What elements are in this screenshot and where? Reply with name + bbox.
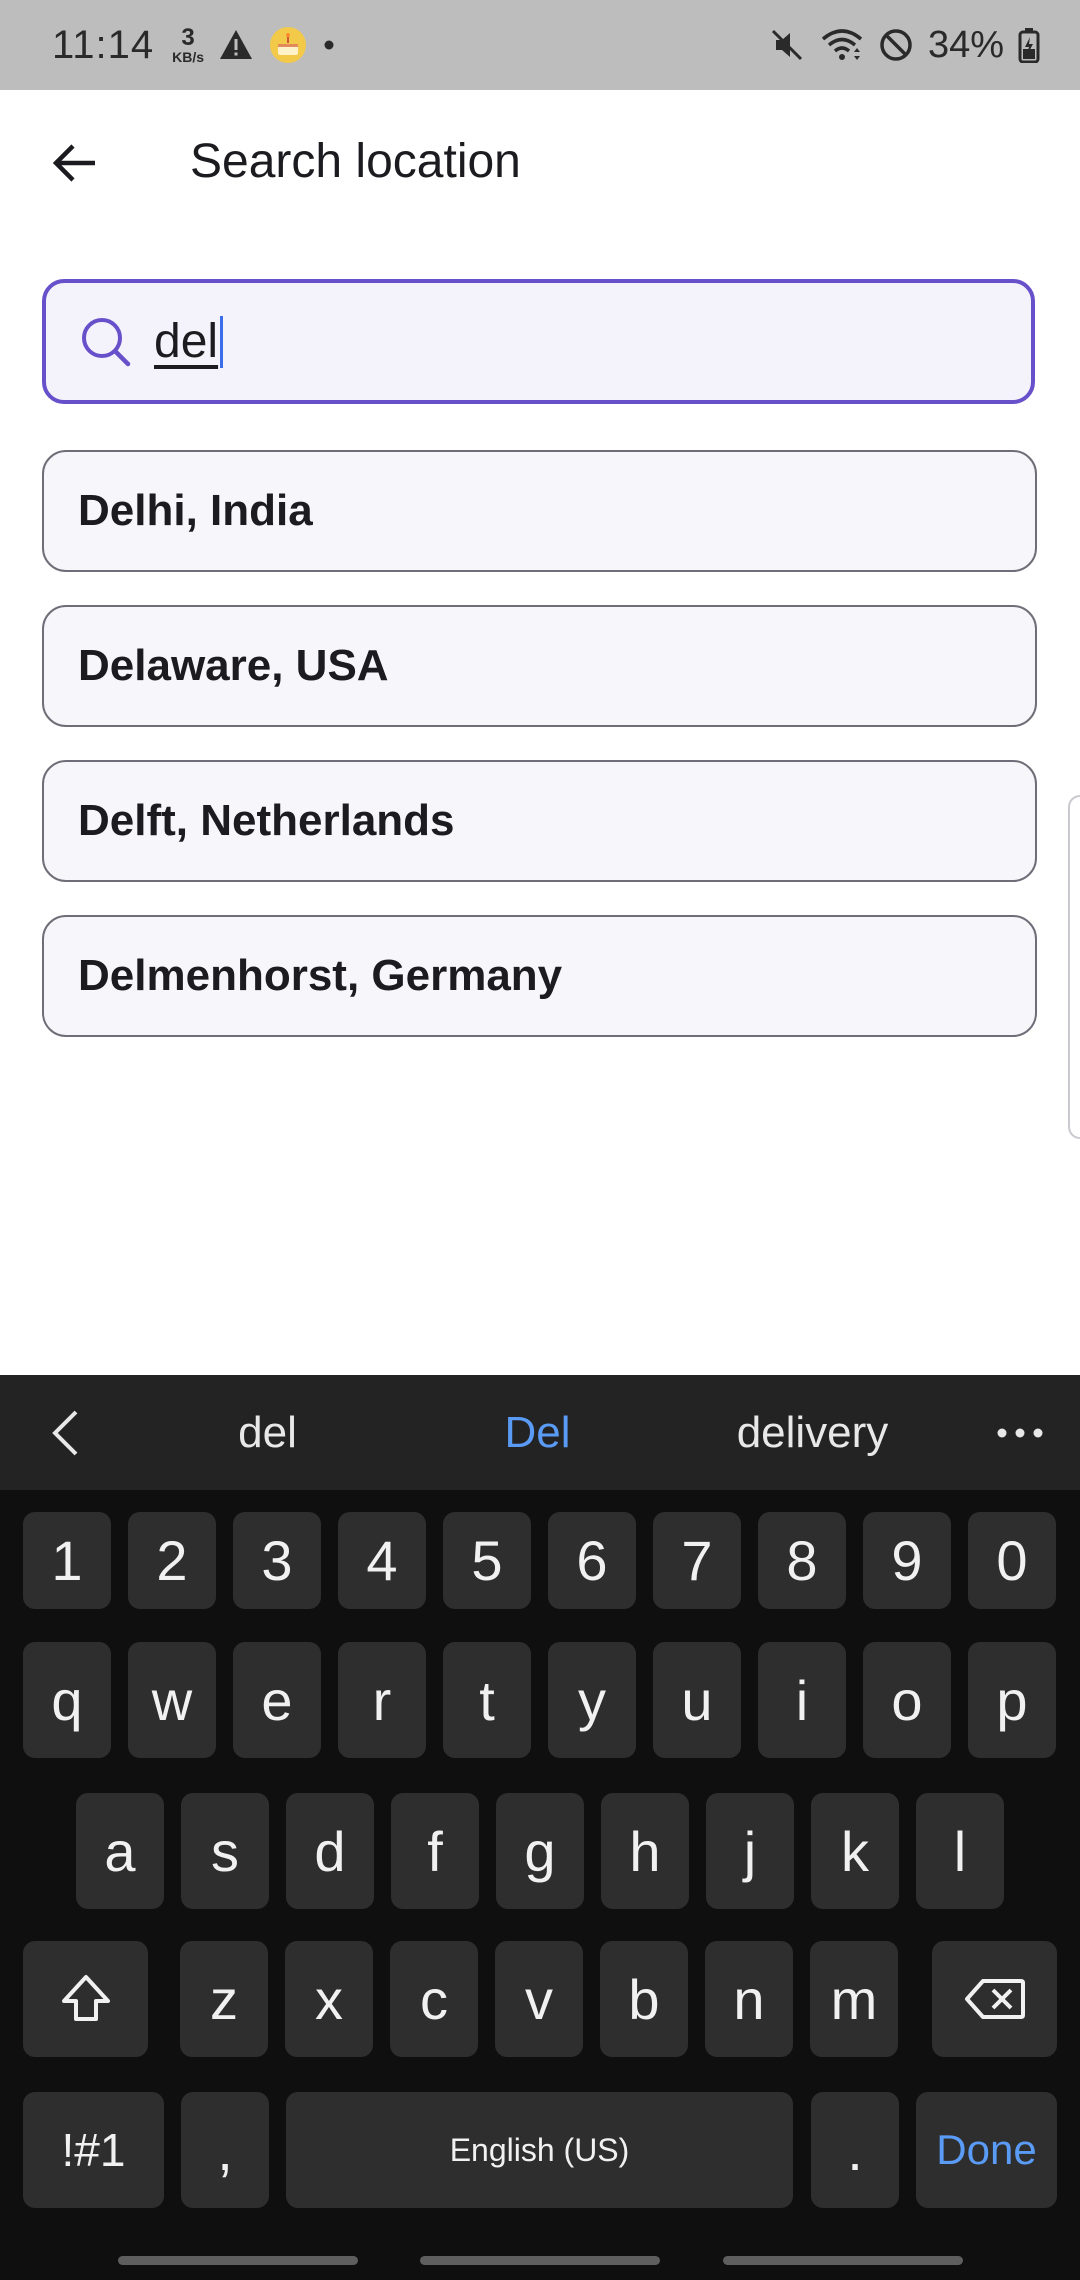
- nav-bar-pill: [118, 2256, 358, 2265]
- period-key[interactable]: .: [811, 2092, 899, 2208]
- key-2[interactable]: 2: [128, 1512, 216, 1609]
- key-v[interactable]: v: [495, 1941, 583, 2057]
- key-a[interactable]: a: [76, 1793, 164, 1909]
- key-d[interactable]: d: [286, 1793, 374, 1909]
- list-item[interactable]: Delft, Netherlands: [42, 760, 1037, 882]
- more-options-icon[interactable]: [990, 1405, 1050, 1460]
- battery-icon: [1018, 27, 1040, 63]
- list-item[interactable]: Delaware, USA: [42, 605, 1037, 727]
- key-n[interactable]: n: [705, 1941, 793, 2057]
- key-c[interactable]: c: [390, 1941, 478, 2057]
- key-9[interactable]: 9: [863, 1512, 951, 1609]
- text-cursor: [220, 315, 224, 368]
- network-speed-unit: KB/s: [172, 49, 205, 65]
- key-e[interactable]: e: [233, 1642, 321, 1758]
- scroll-handle[interactable]: [1068, 795, 1080, 1139]
- key-k[interactable]: k: [811, 1793, 899, 1909]
- key-y[interactable]: y: [548, 1642, 636, 1758]
- key-7[interactable]: 7: [653, 1512, 741, 1609]
- key-z[interactable]: z: [180, 1941, 268, 2057]
- network-speed-value: 3: [181, 24, 195, 51]
- done-key[interactable]: Done: [916, 2092, 1057, 2208]
- backspace-icon: [964, 1979, 1025, 2019]
- key-4[interactable]: 4: [338, 1512, 426, 1609]
- key-j[interactable]: j: [706, 1793, 794, 1909]
- status-time: 11:14: [52, 22, 155, 67]
- do-not-disturb-icon: [878, 27, 914, 63]
- keyboard: del Del delivery 1234567890qwertyuiopasd…: [0, 1375, 1080, 2280]
- suggestion-bar: del Del delivery: [0, 1375, 1080, 1490]
- key-w[interactable]: w: [128, 1642, 216, 1758]
- key-h[interactable]: h: [601, 1793, 689, 1909]
- key-6[interactable]: 6: [548, 1512, 636, 1609]
- key-0[interactable]: 0: [968, 1512, 1056, 1609]
- shift-icon: [61, 1975, 110, 2021]
- dot-icon: [322, 38, 336, 52]
- key-8[interactable]: 8: [758, 1512, 846, 1609]
- network-speed: 3 KB/s: [172, 24, 205, 65]
- shift-key[interactable]: [23, 1941, 148, 2057]
- arrow-left-icon: [52, 144, 95, 182]
- nav-bar-pill: [420, 2256, 660, 2265]
- back-button[interactable]: [40, 128, 110, 198]
- suggestion-2[interactable]: Del: [450, 1375, 625, 1490]
- results-list: Delhi, India Delaware, USA Delft, Nether…: [42, 450, 1037, 1070]
- search-field[interactable]: del: [42, 279, 1035, 404]
- key-x[interactable]: x: [285, 1941, 373, 2057]
- page-title: Search location: [190, 135, 521, 188]
- list-item[interactable]: Delmenhorst, Germany: [42, 915, 1037, 1037]
- cake-notification-icon: [268, 25, 308, 65]
- search-icon: [76, 312, 136, 372]
- status-left: 11:14 3 KB/s: [52, 0, 336, 90]
- battery-percent: 34%: [927, 23, 1004, 66]
- backspace-key[interactable]: [932, 1941, 1057, 2057]
- chevron-left-icon[interactable]: [40, 1405, 90, 1460]
- key-1[interactable]: 1: [23, 1512, 111, 1609]
- key-3[interactable]: 3: [233, 1512, 321, 1609]
- key-p[interactable]: p: [968, 1642, 1056, 1758]
- space-key[interactable]: English (US): [286, 2092, 793, 2208]
- key-q[interactable]: q: [23, 1642, 111, 1758]
- nav-bar-pill: [723, 2256, 963, 2265]
- symbols-key[interactable]: !#1: [23, 2092, 164, 2208]
- comma-key[interactable]: ,: [181, 2092, 269, 2208]
- key-o[interactable]: o: [863, 1642, 951, 1758]
- list-item[interactable]: Delhi, India: [42, 450, 1037, 572]
- warning-icon: [218, 28, 254, 62]
- key-t[interactable]: t: [443, 1642, 531, 1758]
- key-g[interactable]: g: [496, 1793, 584, 1909]
- key-b[interactable]: b: [600, 1941, 688, 2057]
- key-r[interactable]: r: [338, 1642, 426, 1758]
- wifi-icon: [820, 26, 864, 64]
- key-5[interactable]: 5: [443, 1512, 531, 1609]
- key-m[interactable]: m: [810, 1941, 898, 2057]
- mute-icon: [768, 26, 806, 64]
- app-bar: Search location: [0, 90, 1080, 235]
- status-bar: 11:14 3 KB/s 34%: [0, 0, 1080, 90]
- search-input[interactable]: del: [154, 314, 218, 369]
- key-s[interactable]: s: [181, 1793, 269, 1909]
- suggestion-1[interactable]: del: [180, 1375, 355, 1490]
- key-l[interactable]: l: [916, 1793, 1004, 1909]
- key-f[interactable]: f: [391, 1793, 479, 1909]
- suggestion-3[interactable]: delivery: [700, 1375, 925, 1490]
- status-right: 34%: [768, 0, 1040, 90]
- key-u[interactable]: u: [653, 1642, 741, 1758]
- key-i[interactable]: i: [758, 1642, 846, 1758]
